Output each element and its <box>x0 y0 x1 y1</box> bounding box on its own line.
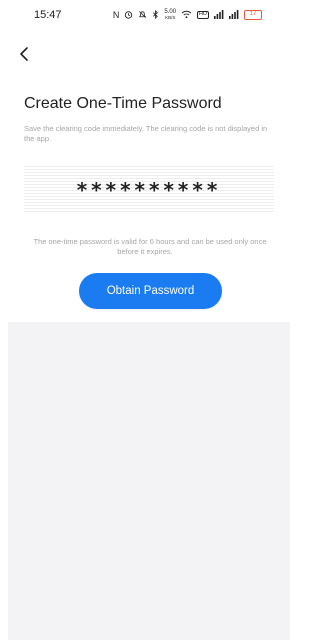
status-bar: 15:47 Ν 5.00 KB/S HD 17 <box>0 0 290 30</box>
back-button[interactable] <box>14 44 34 64</box>
signal-icon <box>214 9 224 21</box>
status-icons: Ν 5.00 KB/S HD 17 <box>113 9 262 21</box>
battery-icon: 17 <box>244 10 262 20</box>
alarm-icon <box>124 10 133 21</box>
obtain-password-button[interactable]: Obtain Password <box>79 273 222 309</box>
hd-icon: HD <box>197 11 209 19</box>
silent-icon <box>138 10 147 21</box>
bottom-panel <box>8 322 290 640</box>
password-masked-text: ********** <box>76 178 222 202</box>
validity-note: The one-time password is valid for 6 hou… <box>0 237 290 257</box>
validity-note-line-2: before it expires. <box>117 247 173 256</box>
chevron-left-icon <box>20 47 28 61</box>
page-title: Create One-Time Password <box>24 95 222 112</box>
bluetooth-icon <box>152 9 159 21</box>
wifi-icon <box>181 10 192 21</box>
status-time: 15:47 <box>34 9 62 21</box>
password-display: ********** <box>24 166 274 214</box>
signal-icon <box>229 9 239 21</box>
network-speed-icon: 5.00 KB/S <box>164 9 177 20</box>
validity-note-line-1: The one-time password is valid for 6 hou… <box>33 237 267 246</box>
nfc-icon: Ν <box>112 9 120 20</box>
page-subtitle: Save the clearing code immediately. The … <box>24 124 268 143</box>
